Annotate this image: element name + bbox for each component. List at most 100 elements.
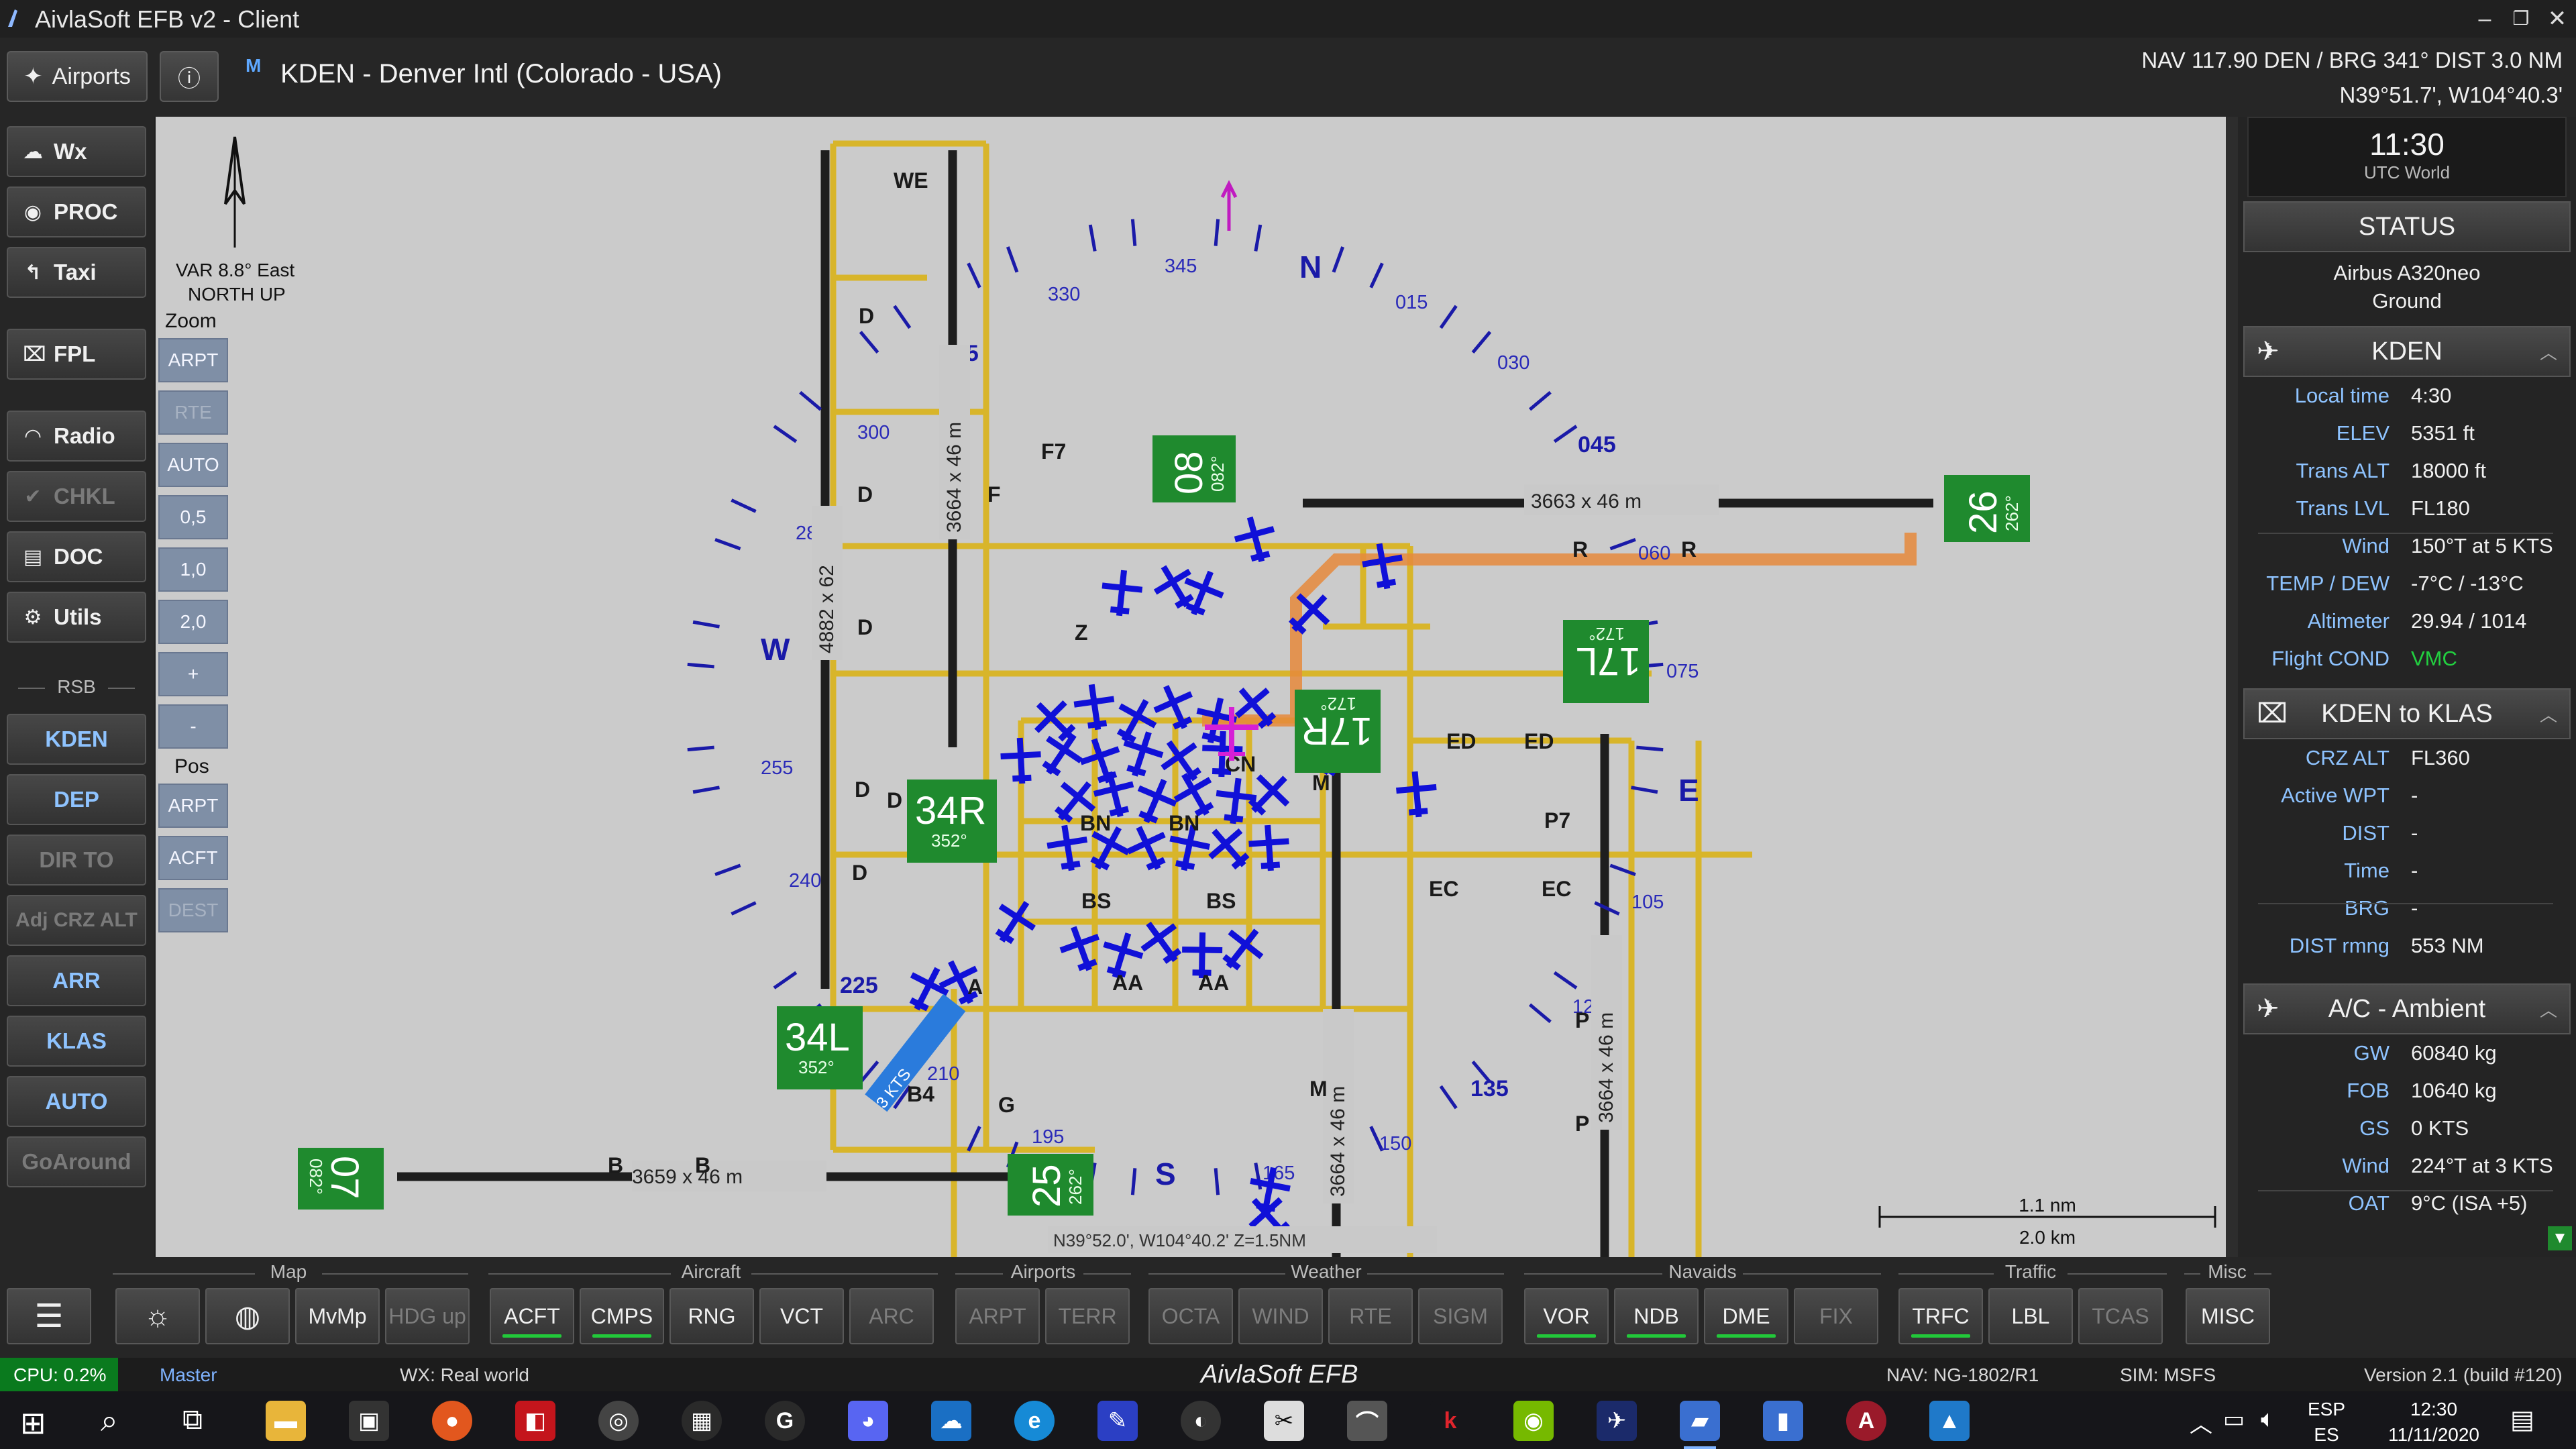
arc-button[interactable]: ARC: [849, 1288, 934, 1344]
airports-button[interactable]: ✦ Airports: [7, 51, 148, 102]
dme-button[interactable]: DME: [1704, 1288, 1788, 1344]
language-indicator[interactable]: ESP ES: [2308, 1397, 2345, 1448]
ndb-button[interactable]: NDB: [1614, 1288, 1699, 1344]
rgb-app-icon[interactable]: ◎: [598, 1401, 639, 1441]
misc-button[interactable]: MISC: [2186, 1288, 2270, 1344]
app-pro-icon[interactable]: ⌒: [1347, 1401, 1387, 1441]
proc-button[interactable]: ◉ PROC: [7, 186, 146, 237]
cmps-button[interactable]: CMPS: [580, 1288, 664, 1344]
search-icon[interactable]: ⌕: [101, 1402, 118, 1440]
pos-col-button-0[interactable]: ARPT: [158, 784, 228, 828]
fpl-button[interactable]: ⌧ FPL: [7, 329, 146, 380]
pos-col-button-1[interactable]: ACFT: [158, 836, 228, 880]
app-slc-icon[interactable]: ✂: [1264, 1401, 1304, 1441]
discord-icon[interactable]: ◕: [848, 1401, 888, 1441]
dep-button[interactable]: DEP: [7, 774, 146, 825]
app-flight-icon[interactable]: ✈: [1597, 1401, 1637, 1441]
globe-button[interactable]: ◍: [205, 1288, 290, 1344]
auto-button[interactable]: AUTO: [7, 1076, 146, 1127]
efb-taskbar-icon[interactable]: ▰: [1680, 1401, 1720, 1449]
task-view-icon[interactable]: ⧉: [182, 1403, 203, 1436]
tray-chevron-icon[interactable]: ︿: [2190, 1406, 2212, 1439]
goaround-button[interactable]: GoAround: [7, 1136, 146, 1187]
kden-button[interactable]: KDEN: [7, 714, 146, 765]
zoom-col-button-7[interactable]: -: [158, 704, 228, 749]
taxi-button[interactable]: ↰ Taxi: [7, 247, 146, 298]
app-k-icon[interactable]: k: [1430, 1401, 1470, 1441]
minimize-icon[interactable]: –: [2466, 4, 2504, 34]
nav-info-line1: NAV 117.90 DEN / BRG 341° DIST 3.0 NM: [2141, 48, 2563, 72]
route-section-header[interactable]: ⌧ KDEN to KLAS ︿: [2243, 688, 2571, 739]
info-button[interactable]: ⓘ: [160, 51, 219, 102]
arpt-button[interactable]: ARPT: [955, 1288, 1040, 1344]
map-canvas[interactable]: N E S W 045 135 225 315 015 030 060 075 …: [156, 117, 2226, 1257]
ambient-section-header[interactable]: ✈ A/C - Ambient ︿: [2243, 983, 2571, 1034]
vct-button[interactable]: VCT: [759, 1288, 844, 1344]
wind-button[interactable]: WIND: [1238, 1288, 1323, 1344]
radio-button[interactable]: ◠ Radio: [7, 411, 146, 462]
notifications-icon[interactable]: ▤: [2510, 1405, 2534, 1435]
app-a-icon[interactable]: A: [1846, 1401, 1886, 1441]
firefox-icon[interactable]: ●: [432, 1401, 472, 1441]
info-key: DIST: [2342, 821, 2390, 845]
store-icon[interactable]: ▣: [349, 1401, 389, 1441]
map-panel-splitter[interactable]: [2226, 117, 2238, 1257]
vor-button[interactable]: VOR: [1524, 1288, 1609, 1344]
edge-icon[interactable]: e: [1014, 1401, 1055, 1441]
klas-button[interactable]: KLAS: [7, 1016, 146, 1067]
hdg-up-button[interactable]: HDG up: [385, 1288, 470, 1344]
pos-col-button-2[interactable]: DEST: [158, 888, 228, 932]
terr-button[interactable]: TERR: [1045, 1288, 1130, 1344]
wx-button[interactable]: ☁ Wx: [7, 126, 146, 177]
airport-section-header[interactable]: ✈ KDEN ︿: [2243, 326, 2571, 377]
scroll-down-icon[interactable]: ▼: [2548, 1226, 2572, 1250]
utils-button[interactable]: ⚙ Utils: [7, 592, 146, 643]
doc-button[interactable]: ▤ DOC: [7, 531, 146, 582]
app-blue-icon[interactable]: ✎: [1097, 1401, 1138, 1441]
rte-button[interactable]: RTE: [1328, 1288, 1413, 1344]
app-red-icon[interactable]: ◧: [515, 1401, 555, 1441]
restore-icon[interactable]: ❐: [2502, 4, 2540, 34]
app-disc-icon[interactable]: ◐: [1181, 1401, 1221, 1441]
status-header[interactable]: STATUS: [2243, 201, 2571, 252]
zoom-col-button-0[interactable]: ARPT: [158, 338, 228, 382]
zoom-col-button-3[interactable]: 0,5: [158, 495, 228, 539]
collapse-icon[interactable]: ︿: [2540, 339, 2557, 364]
collapse-icon[interactable]: ︿: [2540, 997, 2557, 1022]
windows-start-icon[interactable]: ⊞: [20, 1405, 46, 1441]
file-explorer-icon[interactable]: ▬: [266, 1401, 306, 1441]
calculator-icon[interactable]: ▦: [682, 1401, 722, 1441]
rng-button[interactable]: RNG: [669, 1288, 754, 1344]
google-icon[interactable]: G: [765, 1401, 805, 1441]
brightness-button[interactable]: ☼: [115, 1288, 200, 1344]
chkl-button[interactable]: ✔ CHKL: [7, 471, 146, 522]
tcas-button[interactable]: TCAS: [2078, 1288, 2163, 1344]
zoom-col-button-4[interactable]: 1,0: [158, 547, 228, 592]
zoom-col-button-2[interactable]: AUTO: [158, 443, 228, 487]
close-icon[interactable]: ✕: [2538, 4, 2576, 34]
zoom-col-button-6[interactable]: +: [158, 652, 228, 696]
trfc-button[interactable]: TRFC: [1898, 1288, 1983, 1344]
arr-button[interactable]: ARR: [7, 955, 146, 1006]
acft-button[interactable]: ACFT: [490, 1288, 574, 1344]
fix-button[interactable]: FIX: [1794, 1288, 1878, 1344]
octa-button[interactable]: OCTA: [1148, 1288, 1233, 1344]
system-clock[interactable]: 12:30 11/11/2020: [2388, 1397, 2479, 1448]
adj-crz-alt-button[interactable]: Adj CRZ ALT: [7, 895, 146, 946]
mvmp-button[interactable]: MvMp: [295, 1288, 380, 1344]
efb-server-icon[interactable]: ▮: [1763, 1401, 1803, 1441]
sigm-button[interactable]: SIGM: [1418, 1288, 1503, 1344]
zoom-col-button-1[interactable]: RTE: [158, 390, 228, 435]
nvidia-icon[interactable]: ◉: [1513, 1401, 1554, 1441]
dir-to-button[interactable]: DIR TO: [7, 835, 146, 885]
menu-button[interactable]: ☰: [7, 1288, 91, 1344]
airport-map[interactable]: N E S W 045 135 225 315 015 030 060 075 …: [156, 117, 2226, 1257]
compass-015: 015: [1395, 292, 1428, 313]
lbl-button[interactable]: LBL: [1988, 1288, 2073, 1344]
network-icon[interactable]: ▭: [2223, 1406, 2245, 1433]
cloud-sync-icon[interactable]: ☁: [931, 1401, 971, 1441]
collapse-icon[interactable]: ︿: [2540, 702, 2557, 727]
zoom-col-button-5[interactable]: 2,0: [158, 600, 228, 644]
photos-icon[interactable]: ▲: [1929, 1401, 1970, 1441]
volume-icon[interactable]: 🔈︎: [2261, 1405, 2275, 1434]
